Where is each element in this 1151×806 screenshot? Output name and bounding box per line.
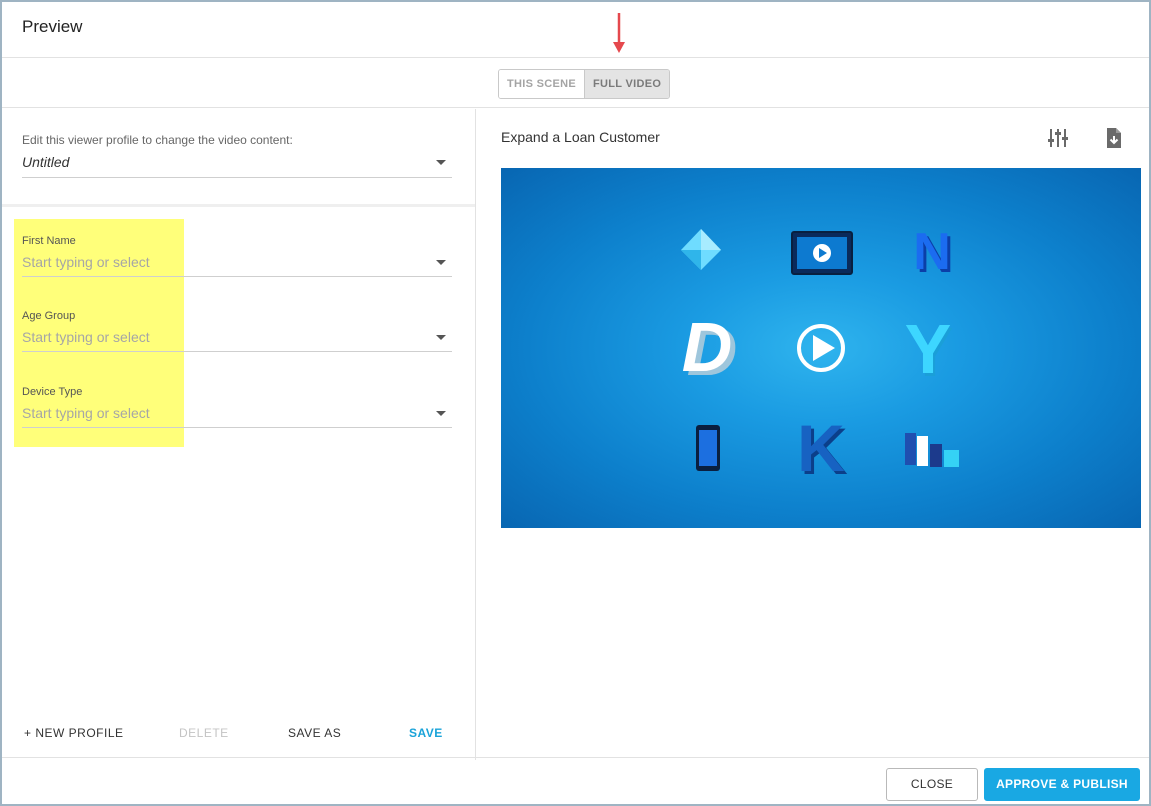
chevron-down-icon[interactable] (436, 260, 446, 265)
view-toggle-bar: THIS SCENE FULL VIDEO (2, 58, 1149, 108)
profile-select[interactable]: Untitled (22, 153, 452, 178)
chevron-down-icon[interactable] (436, 160, 446, 165)
profile-actions: + NEW PROFILE DELETE SAVE AS SAVE (2, 708, 475, 760)
first-name-placeholder: Start typing or select (22, 254, 150, 270)
first-name-label: First Name (22, 235, 76, 247)
device-type-field: Device Type Start typing or select (22, 386, 452, 428)
diamond-icon (681, 229, 721, 270)
smartphone-icon (696, 425, 720, 471)
approve-publish-button[interactable]: APPROVE & PUBLISH (984, 768, 1140, 801)
profile-hint: Edit this viewer profile to change the v… (22, 133, 293, 147)
tab-this-scene[interactable]: THIS SCENE (499, 70, 585, 98)
video-thumbnail: N N D D Y Y K K (681, 223, 959, 488)
viewer-profile-panel: Edit this viewer profile to change the v… (2, 109, 476, 760)
age-group-label: Age Group (22, 310, 76, 322)
first-name-field: First Name Start typing or select (22, 235, 452, 277)
svg-text:Y: Y (905, 310, 952, 388)
svg-text:D: D (682, 308, 733, 386)
new-profile-button[interactable]: + NEW PROFILE (24, 726, 124, 740)
svg-text:K: K (797, 411, 845, 485)
video-preview-panel: Expand a Loan Customer N N D D Y Y K K (477, 109, 1151, 760)
profile-select-value: Untitled (22, 154, 70, 170)
profile-section: Edit this viewer profile to change the v… (2, 109, 475, 207)
dialog-header: Preview (2, 2, 1149, 58)
svg-text:N: N (913, 223, 951, 281)
device-type-label: Device Type (22, 386, 83, 398)
dialog-footer: CLOSE APPROVE & PUBLISH (2, 757, 1149, 804)
dialog-title: Preview (22, 17, 83, 36)
download-file-icon[interactable] (1103, 127, 1125, 149)
chevron-down-icon[interactable] (436, 411, 446, 416)
video-screen-icon (791, 231, 853, 275)
age-group-placeholder: Start typing or select (22, 329, 150, 345)
video-player[interactable]: N N D D Y Y K K (501, 168, 1141, 528)
annotation-arrow-icon (613, 13, 625, 53)
first-name-input[interactable]: Start typing or select (22, 253, 452, 277)
age-group-field: Age Group Start typing or select (22, 310, 452, 352)
scope-toggle: THIS SCENE FULL VIDEO (498, 69, 671, 99)
tab-full-video[interactable]: FULL VIDEO (584, 70, 670, 98)
play-icon[interactable] (797, 324, 845, 372)
save-button[interactable]: SAVE (409, 726, 443, 740)
device-type-placeholder: Start typing or select (22, 405, 150, 421)
save-as-button[interactable]: SAVE AS (288, 726, 341, 740)
preview-dialog: Preview THIS SCENE FULL VIDEO Edit this … (0, 0, 1151, 806)
bar-chart-icon (905, 433, 959, 467)
delete-button[interactable]: DELETE (179, 726, 229, 740)
sliders-icon[interactable] (1047, 127, 1069, 149)
chevron-down-icon[interactable] (436, 335, 446, 340)
video-title: Expand a Loan Customer (501, 129, 660, 145)
age-group-input[interactable]: Start typing or select (22, 328, 452, 352)
close-button[interactable]: CLOSE (886, 768, 978, 801)
device-type-input[interactable]: Start typing or select (22, 404, 452, 428)
